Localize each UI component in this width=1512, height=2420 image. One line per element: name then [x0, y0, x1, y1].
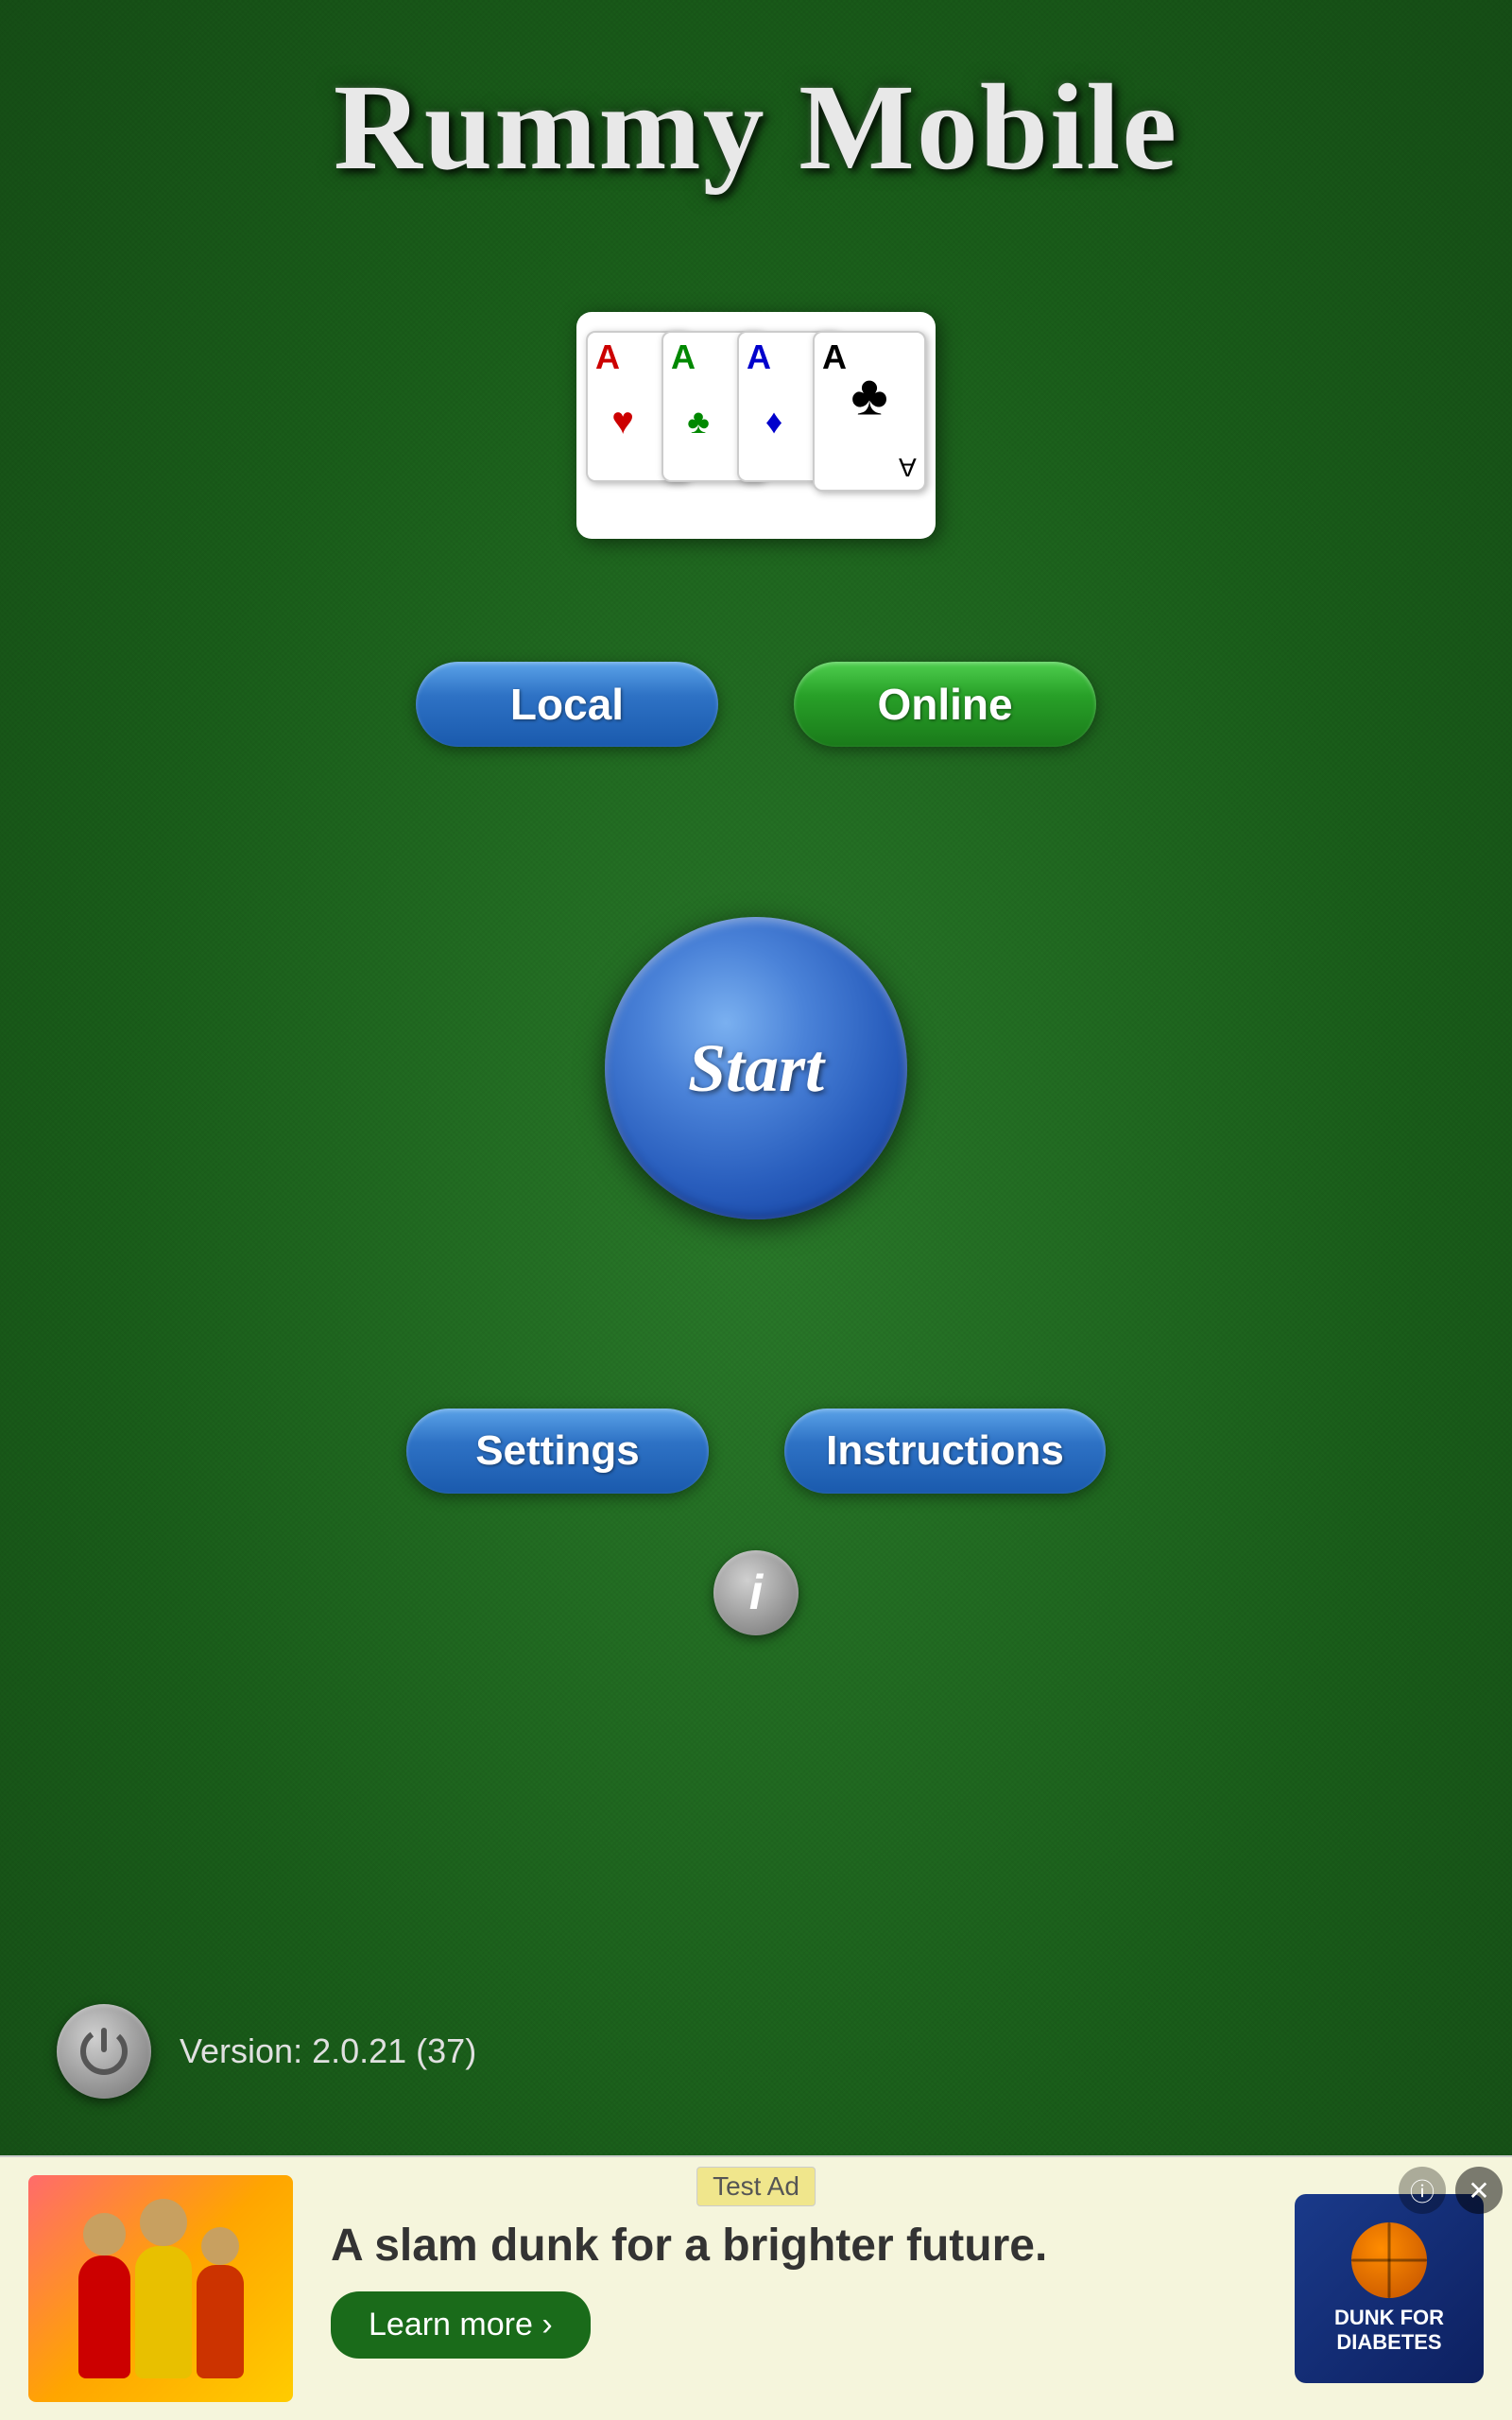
card-1-suit: ♥: [611, 400, 634, 442]
local-button[interactable]: Local: [416, 662, 718, 747]
ad-info-button[interactable]: ⓘ: [1399, 2167, 1446, 2214]
card-4-suit-main: ♣: [850, 363, 887, 428]
ad-banner: Test Ad A slam dunk for a brighter futur…: [0, 2155, 1512, 2420]
ad-test-label: Test Ad: [696, 2167, 816, 2206]
ad-content: A slam dunk for a brighter future. Learn…: [293, 2219, 1295, 2360]
online-button[interactable]: Online: [794, 662, 1096, 747]
card-3-suit: ♦: [765, 402, 782, 441]
card-4: A ♣ A: [813, 331, 926, 492]
ad-learn-more-button[interactable]: Learn more ›: [331, 2291, 591, 2359]
action-buttons-container: Settings Instructions: [406, 1409, 1106, 1494]
cards-display: A ♥ A ♣ A ♦ A ♣ A: [576, 312, 936, 539]
ad-text: A slam dunk for a brighter future.: [331, 2219, 1257, 2273]
version-label: Version: 2.0.21 (37): [180, 2031, 476, 2071]
power-version-container: Version: 2.0.21 (37): [57, 2004, 476, 2099]
ad-logo-line1: DUNK FOR: [1334, 2306, 1444, 2330]
ad-logo-line2: DIABETES: [1336, 2330, 1441, 2355]
start-button-container: Start: [605, 917, 907, 1219]
card-4-suit-bottom: A: [899, 452, 917, 482]
power-icon: [76, 2023, 132, 2080]
card-2-suit: ♣: [687, 402, 710, 441]
ad-image: [28, 2175, 293, 2402]
instructions-button[interactable]: Instructions: [784, 1409, 1106, 1494]
mode-buttons-container: Local Online: [416, 662, 1096, 747]
start-button[interactable]: Start: [605, 917, 907, 1219]
settings-button[interactable]: Settings: [406, 1409, 709, 1494]
power-button[interactable]: [57, 2004, 151, 2099]
ad-logo: DUNK FOR DIABETES: [1295, 2194, 1484, 2383]
info-button[interactable]: i: [713, 1550, 799, 1635]
info-button-container: i: [713, 1550, 799, 1635]
cards-image: A ♥ A ♣ A ♦ A ♣ A: [576, 312, 936, 539]
app-title: Rummy Mobile: [334, 57, 1178, 199]
ad-close-button[interactable]: ✕: [1455, 2167, 1503, 2214]
